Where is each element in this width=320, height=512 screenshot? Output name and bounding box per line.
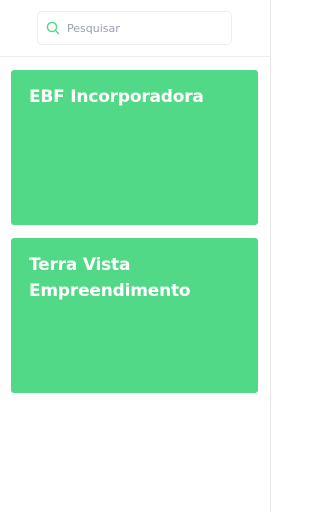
header <box>0 0 271 57</box>
card-title: Terra Vista Empreendimento <box>29 255 191 301</box>
card-ebf-incorporadora[interactable]: EBF Incorporadora <box>11 70 258 225</box>
search-box[interactable] <box>37 11 232 45</box>
search-input[interactable] <box>67 13 217 43</box>
card-title: EBF Incorporadora <box>29 87 204 107</box>
card-terra-vista-empreendimento[interactable]: Terra Vista Empreendimento <box>11 238 258 393</box>
card-list: EBF Incorporadora Terra Vista Empreendim… <box>11 70 258 406</box>
window-edge <box>270 0 271 512</box>
search-icon <box>45 20 61 36</box>
